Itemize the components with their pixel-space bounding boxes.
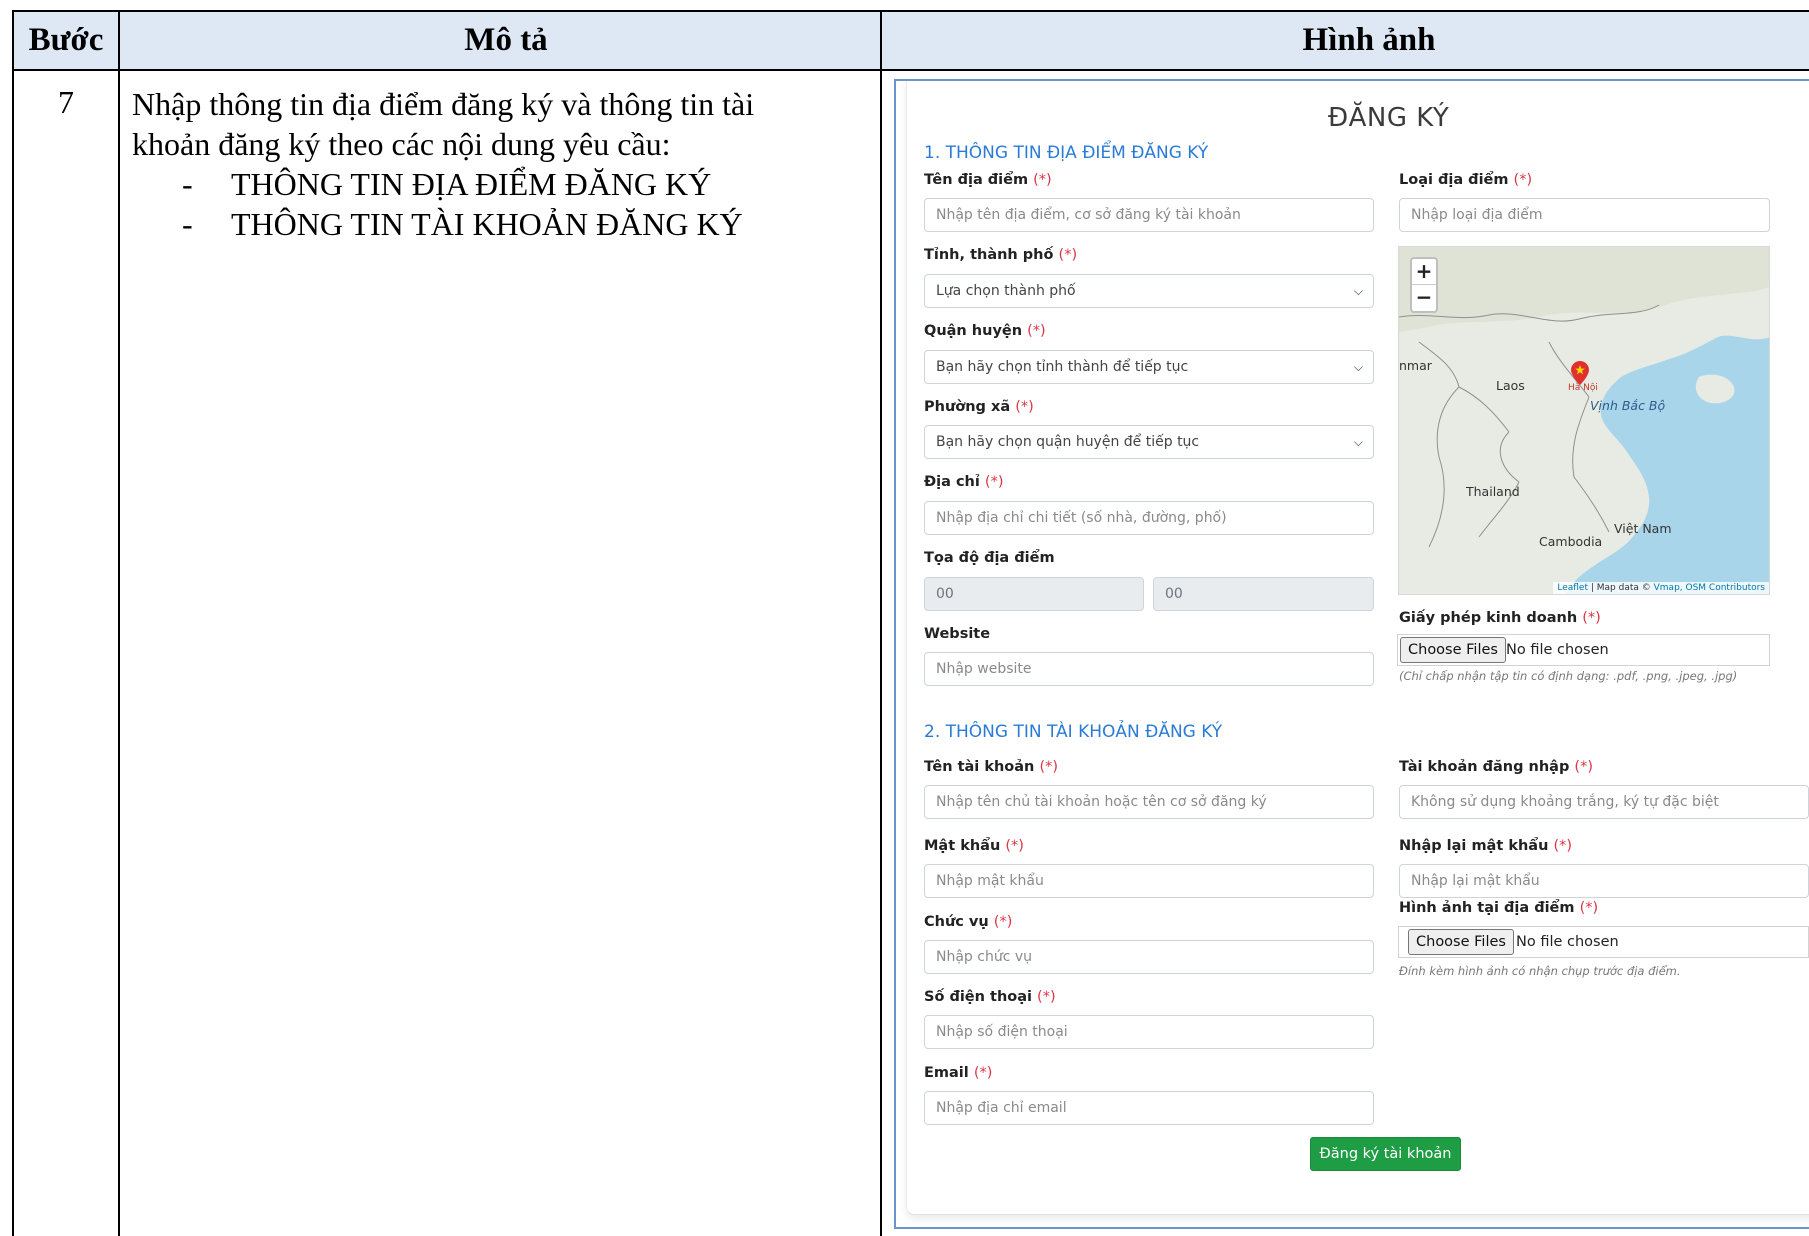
ward-select[interactable]: Bạn hãy chọn quận huyện để tiếp tục ⌵: [924, 425, 1374, 459]
bullet-dash: -: [182, 166, 193, 202]
label-business-license: Giấy phép kinh doanh (*): [1399, 610, 1601, 626]
table-divider: [118, 12, 120, 1236]
label-phone: Số điện thoại (*): [924, 989, 1056, 1005]
site-images-hint: Đính kèm hình ảnh có nhận chụp trước địa…: [1399, 964, 1681, 978]
label-location-type: Loại địa điểm (*): [1399, 172, 1533, 188]
province-select[interactable]: Lựa chọn thành phố ⌵: [924, 274, 1374, 308]
map-label-gulf: Vịnh Bắc Bộ: [1590, 398, 1666, 413]
label-address: Địa chỉ (*): [924, 474, 1004, 490]
label-position: Chức vụ (*): [924, 914, 1013, 930]
zoom-out-button[interactable]: −: [1412, 285, 1436, 311]
label-password: Mật khẩu (*): [924, 838, 1024, 854]
label-district: Quận huyện (*): [924, 323, 1046, 339]
district-select[interactable]: Bạn hãy chọn tỉnh thành để tiếp tục ⌵: [924, 350, 1374, 384]
map-label-vietnam: Việt Nam: [1614, 521, 1672, 536]
label-province: Tỉnh, thành phố (*): [924, 247, 1078, 263]
header-image: Hình ảnh: [1302, 22, 1436, 58]
business-license-hint: (Chỉ chấp nhận tập tin có định dạng: .pd…: [1399, 669, 1738, 683]
location-name-input[interactable]: Nhập tên địa điểm, cơ sở đăng ký tài kho…: [924, 198, 1374, 232]
choose-files-button[interactable]: Choose Files: [1408, 929, 1514, 955]
step-description: Nhập thông tin địa điểm đăng ký và thông…: [132, 84, 872, 164]
map-label-thailand: Thailand: [1466, 484, 1520, 499]
bullet-dash: -: [182, 206, 193, 242]
address-input[interactable]: Nhập địa chỉ chi tiết (số nhà, đường, ph…: [924, 501, 1374, 535]
label-password-confirm: Nhập lại mật khẩu (*): [1399, 838, 1573, 854]
file-status: No file chosen: [1516, 934, 1619, 950]
location-type-input[interactable]: Nhập loại địa điểm: [1399, 198, 1770, 232]
password-confirm-input[interactable]: Nhập lại mật khẩu: [1399, 864, 1809, 898]
longitude-input: 00: [1153, 577, 1374, 611]
login-input[interactable]: Không sử dụng khoảng trắng, ký tự đặc bi…: [1399, 785, 1809, 819]
location-map[interactable]: + − nmar Laos Hà Nội Vịnh Bắc Bộ Thailan…: [1398, 246, 1770, 595]
label-website: Website: [924, 626, 991, 642]
label-login: Tài khoản đăng nhập (*): [1399, 759, 1593, 775]
step-number: 7: [58, 84, 74, 120]
map-attribution: Leaflet | Map data © Vmap, OSM Contribut…: [1553, 582, 1769, 594]
map-label-laos: Laos: [1496, 378, 1525, 393]
header-step: Bước: [28, 22, 104, 58]
choose-files-button[interactable]: Choose Files: [1400, 637, 1506, 663]
header-description: Mô tả: [464, 22, 548, 58]
section-title-location: 1. THÔNG TIN ĐỊA ĐIỂM ĐĂNG KÝ: [924, 143, 1209, 163]
label-coordinates: Tọa độ địa điểm: [924, 550, 1055, 566]
bullet-item: THÔNG TIN ĐỊA ĐIỂM ĐĂNG KÝ: [231, 166, 712, 202]
password-input[interactable]: Nhập mật khẩu: [924, 864, 1374, 898]
position-input[interactable]: Nhập chức vụ: [924, 940, 1374, 974]
description-line: khoản đăng ký theo các nội dung yêu cầu:: [132, 126, 671, 162]
business-license-file-input[interactable]: Choose Files No file chosen: [1397, 634, 1770, 666]
bullet-item: THÔNG TIN TÀI KHOẢN ĐĂNG KÝ: [231, 206, 743, 242]
site-images-file-input[interactable]: Choose Files No file chosen: [1398, 926, 1809, 958]
map-label-myanmar: nmar: [1399, 358, 1432, 373]
description-line: Nhập thông tin địa điểm đăng ký và thông…: [132, 86, 755, 122]
email-input[interactable]: Nhập địa chỉ email: [924, 1091, 1374, 1125]
map-pin-icon[interactable]: [1571, 361, 1589, 385]
label-site-images: Hình ảnh tại địa điểm (*): [1399, 900, 1599, 916]
label-account-name: Tên tài khoản (*): [924, 759, 1059, 775]
form-title: ĐĂNG KÝ: [1328, 103, 1450, 133]
map-label-cambodia: Cambodia: [1539, 534, 1603, 549]
chevron-down-icon: ⌵: [1353, 360, 1363, 374]
chevron-down-icon: ⌵: [1353, 435, 1363, 449]
label-ward: Phường xã (*): [924, 399, 1034, 415]
website-input[interactable]: Nhập website: [924, 652, 1374, 686]
phone-input[interactable]: Nhập số điện thoại: [924, 1015, 1374, 1049]
map-zoom-control: + −: [1410, 257, 1438, 313]
label-email: Email (*): [924, 1065, 993, 1081]
table-divider: [14, 69, 1809, 71]
section-title-account: 2. THÔNG TIN TÀI KHOẢN ĐĂNG KÝ: [924, 722, 1223, 742]
chevron-down-icon: ⌵: [1353, 284, 1363, 298]
label-location-name: Tên địa điểm (*): [924, 172, 1052, 188]
map-label-hanoi: Hà Nội: [1568, 383, 1598, 393]
register-account-button[interactable]: Đăng ký tài khoản: [1310, 1137, 1461, 1171]
latitude-input: 00: [924, 577, 1144, 611]
table-divider: [880, 12, 882, 1236]
account-name-input[interactable]: Nhập tên chủ tài khoản hoặc tên cơ sở đă…: [924, 785, 1374, 819]
zoom-in-button[interactable]: +: [1412, 259, 1436, 285]
file-status: No file chosen: [1506, 642, 1609, 658]
